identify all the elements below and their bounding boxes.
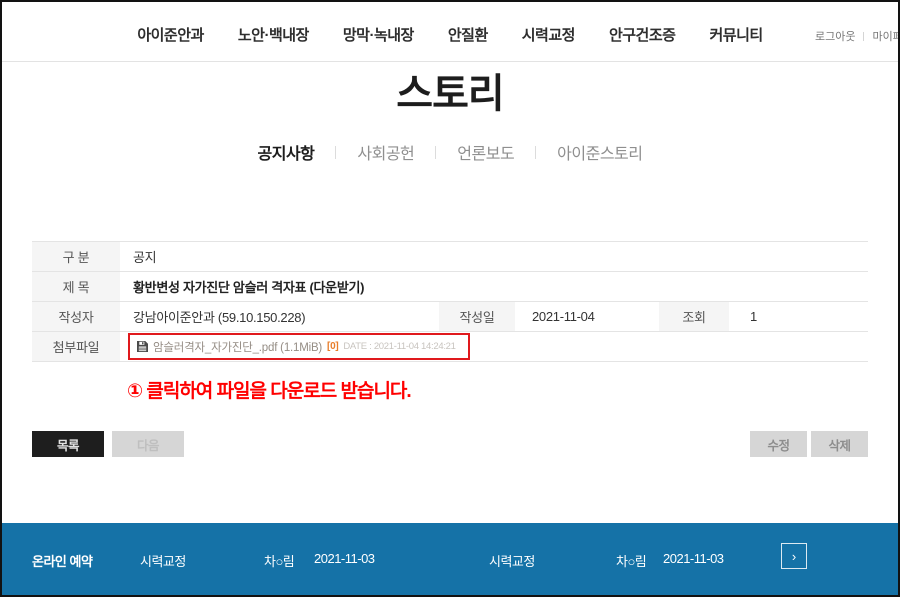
title-label: 제 목 xyxy=(32,272,120,301)
date-label: 작성일 xyxy=(439,302,515,331)
nav-item-clinic[interactable]: 아이준안과 xyxy=(137,24,204,45)
tab-notice[interactable]: 공지사항 xyxy=(237,140,336,164)
clinic-notice-page: 아이준안과 노안·백내장 망막·녹내장 안질환 시력교정 안구건조증 커뮤니티 … xyxy=(0,0,900,597)
attachment-download-link[interactable]: 암슬러격자_자가진단_.pdf (1.1MiB) [0] DATE : 2021… xyxy=(128,333,470,360)
date-value: 2021-11-04 xyxy=(515,302,659,331)
reservation-item-name: 차○림 xyxy=(264,551,294,570)
reservation-item-date: 2021-11-03 xyxy=(314,551,375,566)
nav-item-eye-disease[interactable]: 안질환 xyxy=(448,24,488,45)
post-title-value: 황반변성 자가진단 암슬러 격자표 (다운받기) xyxy=(120,272,868,301)
nav-item-vision-correction[interactable]: 시력교정 xyxy=(522,24,575,45)
tab-social-contribution[interactable]: 사회공헌 xyxy=(336,140,435,164)
nav-item-presbyopia-cataract[interactable]: 노안·백내장 xyxy=(238,24,309,45)
category-label: 구 분 xyxy=(32,242,120,271)
site-header: 아이준안과 노안·백내장 망막·녹내장 안질환 시력교정 안구건조증 커뮤니티 … xyxy=(2,2,898,62)
table-row-category: 구 분 공지 xyxy=(32,242,868,272)
mypage-link[interactable]: 마이페이지 xyxy=(872,28,900,44)
table-row-title: 제 목 황반변성 자가진단 암슬러 격자표 (다운받기) xyxy=(32,272,868,302)
post-info-table: 구 분 공지 제 목 황반변성 자가진단 암슬러 격자표 (다운받기) 작성자 … xyxy=(32,241,868,362)
reservation-next-button[interactable]: › xyxy=(781,543,807,569)
delete-button[interactable]: 삭제 xyxy=(811,431,868,457)
category-value: 공지 xyxy=(120,242,868,271)
edit-button[interactable]: 수정 xyxy=(750,431,807,457)
attachment-download-count: [0] xyxy=(327,341,338,352)
views-label: 조회 xyxy=(659,302,729,331)
attachment-label: 첨부파일 xyxy=(32,332,120,361)
reservation-item-category[interactable]: 시력교정 xyxy=(140,551,186,570)
action-buttons: 목록 다음 수정 삭제 xyxy=(32,431,868,457)
author-value: 강남아이준안과 (59.10.150.228) xyxy=(120,302,439,331)
tab-eyejun-story[interactable]: 아이준스토리 xyxy=(536,140,663,164)
main-nav: 아이준안과 노안·백내장 망막·녹내장 안질환 시력교정 안구건조증 커뮤니티 xyxy=(2,24,898,45)
reservation-item-category[interactable]: 시력교정 xyxy=(489,551,535,570)
logout-link[interactable]: 로그아웃 xyxy=(815,28,855,44)
next-button[interactable]: 다음 xyxy=(112,431,184,457)
file-save-icon xyxy=(137,341,148,352)
online-reservation-bar: 온라인 예약 시력교정 차○림 2021-11-03 시력교정 차○림 2021… xyxy=(2,523,898,595)
reservation-item-name: 차○림 xyxy=(616,551,646,570)
tab-press[interactable]: 언론보도 xyxy=(436,140,535,164)
utility-divider xyxy=(863,32,864,41)
table-row-attachment: 첨부파일 암슬러격자_자가진단_.pdf (1.1MiB) xyxy=(32,332,868,362)
list-button[interactable]: 목록 xyxy=(32,431,104,457)
attachment-date: DATE : 2021-11-04 14:24:21 xyxy=(343,341,455,352)
table-row-author: 작성자 강남아이준안과 (59.10.150.228) 작성일 2021-11-… xyxy=(32,302,868,332)
attachment-cell: 암슬러격자_자가진단_.pdf (1.1MiB) [0] DATE : 2021… xyxy=(120,332,868,361)
reservation-title: 온라인 예약 xyxy=(32,551,92,570)
nav-item-community[interactable]: 커뮤니티 xyxy=(709,24,762,45)
story-tabs: 공지사항 사회공헌 언론보도 아이준스토리 xyxy=(2,140,898,164)
nav-item-retina-glaucoma[interactable]: 망막·녹내장 xyxy=(343,24,414,45)
author-label: 작성자 xyxy=(32,302,120,331)
views-value: 1 xyxy=(729,302,868,331)
utility-links: 로그아웃 마이페이지 xyxy=(815,28,900,44)
reservation-item-date: 2021-11-03 xyxy=(663,551,724,566)
chevron-right-icon: › xyxy=(792,549,796,564)
page-title: 스토리 xyxy=(2,71,898,117)
download-instruction-annotation: ① 클릭하여 파일을 다운로드 받습니다. xyxy=(127,376,898,403)
nav-item-dry-eye[interactable]: 안구건조증 xyxy=(609,24,676,45)
attachment-filename: 암슬러격자_자가진단_.pdf (1.1MiB) xyxy=(153,339,322,355)
